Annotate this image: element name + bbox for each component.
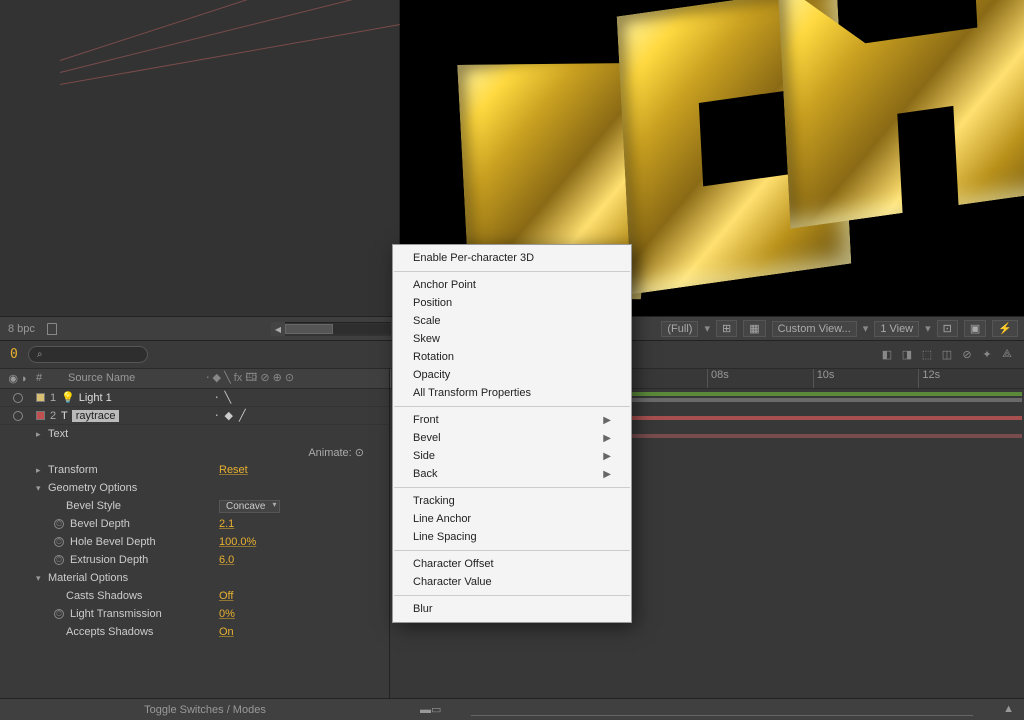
- visibility-icon[interactable]: [13, 393, 23, 403]
- motion-blur-icon[interactable]: ⊘: [960, 348, 974, 362]
- scroll-left-icon[interactable]: ◀: [271, 322, 285, 336]
- stopwatch-icon[interactable]: ⏱: [54, 519, 64, 529]
- property-material[interactable]: ▾Material Options: [0, 569, 389, 587]
- layer-index: 2: [45, 410, 61, 422]
- layer-row-light[interactable]: 1 💡Light 1 ⋅╲: [0, 389, 389, 407]
- color-label[interactable]: [36, 393, 45, 402]
- pixel-aspect-icon[interactable]: ▣: [964, 320, 986, 337]
- menu-item-line-spacing[interactable]: Line Spacing: [393, 528, 631, 546]
- zoom-slider[interactable]: [471, 703, 973, 716]
- menu-item-character-offset[interactable]: Character Offset: [393, 555, 631, 573]
- ruler-tick: 08s: [707, 369, 813, 388]
- project-footer: 8 bpc ◀: [0, 316, 399, 340]
- view-option-icon[interactable]: ⊡: [937, 320, 958, 337]
- property-hole-bevel: ⏱Hole Bevel Depth100.0%: [0, 533, 389, 551]
- text-layer-icon: T: [61, 410, 68, 422]
- comp-mini-flowchart-icon[interactable]: ◧: [880, 348, 894, 362]
- av-column-icon: ◉ ◗: [0, 372, 36, 385]
- bevel-style-dropdown[interactable]: Concave: [219, 500, 280, 513]
- property-bevel-depth: ⏱Bevel Depth2.1: [0, 515, 389, 533]
- extrusion-value[interactable]: 6.0: [219, 554, 389, 566]
- menu-item-scale[interactable]: Scale: [393, 312, 631, 330]
- bevel-depth-value[interactable]: 2.1: [219, 518, 389, 530]
- layer-name: Light 1: [79, 392, 112, 404]
- current-time[interactable]: 0: [10, 347, 18, 362]
- stopwatch-icon[interactable]: ⏱: [54, 555, 64, 565]
- light-transmission-value[interactable]: 0%: [219, 608, 389, 620]
- trash-icon[interactable]: [47, 323, 57, 335]
- menu-item-opacity[interactable]: Opacity: [393, 366, 631, 384]
- chevron-right-icon: ▶: [603, 415, 611, 426]
- stopwatch-icon[interactable]: ⏱: [54, 537, 64, 547]
- camera-rays: [60, 60, 360, 160]
- property-extrusion: ⏱Extrusion Depth6.0: [0, 551, 389, 569]
- brainstorm-icon[interactable]: ✦: [980, 348, 994, 362]
- menu-item-line-anchor[interactable]: Line Anchor: [393, 510, 631, 528]
- property-text[interactable]: ▸Text: [0, 425, 389, 443]
- stopwatch-icon[interactable]: ⏱: [54, 609, 64, 619]
- column-header: ◉ ◗ # Source Name ⋅ ◆ ╲ fx 🖽 ⊘ ⊕ ⊙: [0, 369, 389, 389]
- timeline-footer: Toggle Switches / Modes ▬▭ ▲: [0, 698, 1024, 720]
- shy-icon[interactable]: ⬚: [920, 348, 934, 362]
- toggle-switches-button[interactable]: Toggle Switches / Modes: [10, 704, 400, 716]
- menu-item-front[interactable]: Front▶: [393, 411, 631, 429]
- menu-item-character-value[interactable]: Character Value: [393, 573, 631, 591]
- menu-item-enable-per-character-3d[interactable]: Enable Per-character 3D: [393, 249, 631, 267]
- animate-context-menu: Enable Per-character 3D Anchor PointPosit…: [392, 244, 632, 623]
- switches-column: ⋅ ◆ ╲ fx 🖽 ⊘ ⊕ ⊙: [200, 369, 389, 388]
- zoom-in-icon[interactable]: ▲: [1003, 703, 1014, 716]
- property-casts-shadows: Casts ShadowsOff: [0, 587, 389, 605]
- menu-item-side[interactable]: Side▶: [393, 447, 631, 465]
- accepts-shadows-value[interactable]: On: [219, 626, 389, 638]
- menu-item-anchor-point[interactable]: Anchor Point: [393, 276, 631, 294]
- property-accepts-shadows: Accepts ShadowsOn: [0, 623, 389, 641]
- scroll-thumb[interactable]: [285, 324, 333, 334]
- draft-3d-icon[interactable]: ◨: [900, 348, 914, 362]
- frame-blend-icon[interactable]: ◫: [940, 348, 954, 362]
- property-transform[interactable]: ▸TransformReset: [0, 461, 389, 479]
- property-light-transmission: ⏱Light Transmission0%: [0, 605, 389, 623]
- fast-preview-icon[interactable]: ⚡: [992, 320, 1018, 337]
- chevron-right-icon: ▶: [603, 451, 611, 462]
- layer-row-text[interactable]: 2 Traytrace ⋅◆╱: [0, 407, 389, 425]
- menu-item-back[interactable]: Back▶: [393, 465, 631, 483]
- color-label[interactable]: [36, 411, 45, 420]
- view-mode-dropdown[interactable]: Custom View...: [772, 321, 857, 337]
- casts-shadows-value[interactable]: Off: [219, 590, 389, 602]
- bpc-indicator[interactable]: 8 bpc: [8, 323, 35, 335]
- menu-item-all-transform-properties[interactable]: All Transform Properties: [393, 384, 631, 402]
- mask-icon[interactable]: ▦: [743, 320, 765, 337]
- menu-item-bevel[interactable]: Bevel▶: [393, 429, 631, 447]
- chevron-right-icon: ▶: [603, 469, 611, 480]
- grid-icon[interactable]: ⊞: [716, 320, 737, 337]
- chevron-right-icon: ▶: [603, 433, 611, 444]
- menu-item-rotation[interactable]: Rotation: [393, 348, 631, 366]
- reset-link[interactable]: Reset: [219, 464, 389, 476]
- hole-bevel-value[interactable]: 100.0%: [219, 536, 389, 548]
- menu-item-position[interactable]: Position: [393, 294, 631, 312]
- layer-name: raytrace: [72, 410, 120, 422]
- zoom-out-icon[interactable]: ▬▭: [420, 703, 441, 716]
- light-icon: 💡: [61, 391, 75, 404]
- property-geometry[interactable]: ▾Geometry Options: [0, 479, 389, 497]
- num-column: #: [36, 372, 52, 385]
- ruler-tick: 12s: [918, 369, 1024, 388]
- layer-panel: ◉ ◗ # Source Name ⋅ ◆ ╲ fx 🖽 ⊘ ⊕ ⊙ 1 💡 Li…: [0, 369, 390, 698]
- resolution-dropdown[interactable]: (Full): [661, 321, 698, 337]
- source-name-column[interactable]: Source Name: [52, 372, 200, 385]
- graph-editor-icon[interactable]: ⟁: [1000, 348, 1014, 362]
- ruler-tick: 10s: [813, 369, 919, 388]
- property-bevel-style: Bevel StyleConcave: [0, 497, 389, 515]
- search-input[interactable]: ⌕: [28, 346, 148, 363]
- menu-item-blur[interactable]: Blur: [393, 600, 631, 618]
- view-count-dropdown[interactable]: 1 View: [874, 321, 919, 337]
- visibility-icon[interactable]: [13, 411, 23, 421]
- menu-item-skew[interactable]: Skew: [393, 330, 631, 348]
- layer-index: 1: [45, 392, 61, 404]
- menu-item-tracking[interactable]: Tracking: [393, 492, 631, 510]
- project-panel[interactable]: 8 bpc ◀: [0, 0, 400, 340]
- animate-menu-button[interactable]: Animate: ⊙: [0, 443, 370, 461]
